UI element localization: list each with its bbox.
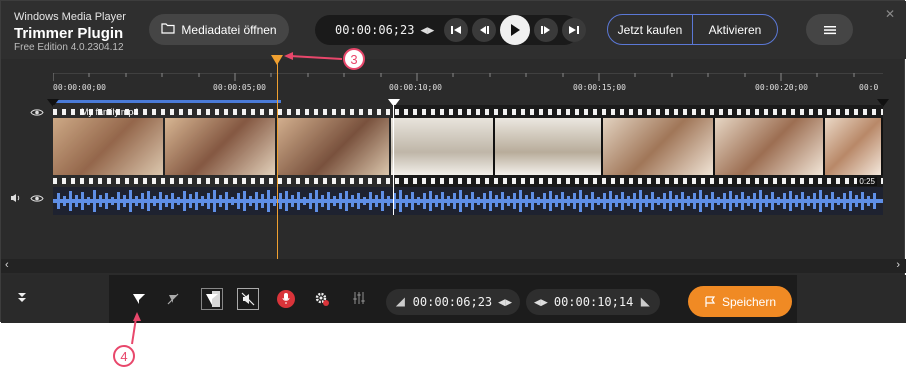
callout-4: 4 — [113, 345, 135, 367]
callout-3: 3 — [343, 48, 365, 70]
annotation-layer — [131, 52, 343, 345]
